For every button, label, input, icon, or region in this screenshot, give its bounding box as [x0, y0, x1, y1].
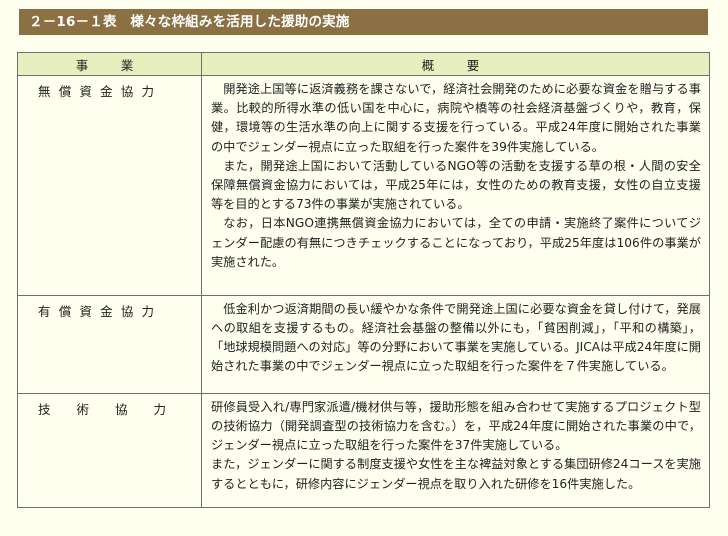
category-cell: 有償資金協力 — [17, 294, 202, 394]
header-summary: 概 要 — [201, 52, 710, 76]
description-cell: 低金利かつ返済期間の長い緩やかな条件で開発途上国に必要な資金を貸し付けて，発展へ… — [201, 294, 710, 394]
description-paragraph: 開発途上国等に返済義務を課さないで，経済社会開発のために必要な資金を贈与する事業… — [211, 82, 701, 154]
table-container: 事 業 概 要 無償資金協力 開発途上国等に返済義務を課さないで，経済社会開発の… — [17, 52, 710, 509]
category-label: 無償資金協力 — [38, 84, 163, 99]
table-title: ２－16－１表 様々な枠組みを活用した援助の実施 — [19, 9, 708, 35]
header-row: 事 業 概 要 — [17, 52, 710, 76]
description-paragraph: また，開発途上国において活動しているNGO等の活動を支援する草の根・人間の安全保… — [211, 158, 701, 212]
description-paragraph: 研修員受入れ/専門家派遣/機材供与等，援助形態を組み合わせて実施するプロジェクト… — [211, 399, 701, 453]
category-cell: 技術協力 — [17, 392, 202, 509]
description-paragraph: 低金利かつ返済期間の長い緩やかな条件で開発途上国に必要な資金を貸し付けて，発展へ… — [211, 301, 701, 374]
description-cell: 研修員受入れ/専門家派遣/機材供与等，援助形態を組み合わせて実施するプロジェクト… — [201, 392, 710, 509]
header-project: 事 業 — [17, 52, 202, 76]
description-paragraph: なお，日本NGO連携無償資金協力においては，全ての申請・実施終了案件についてジェ… — [211, 216, 701, 269]
category-cell: 無償資金協力 — [17, 75, 202, 296]
description-cell: 開発途上国等に返済義務を課さないで，経済社会開発のために必要な資金を贈与する事業… — [201, 75, 710, 296]
description-paragraph: また，ジェンダーに関する制度支援や女性を主な裨益対象とする集団研修24コースを実… — [211, 457, 701, 491]
category-label: 有償資金協力 — [38, 303, 163, 319]
category-label: 技術協力 — [38, 401, 193, 417]
table-row: 技術協力 研修員受入れ/専門家派遣/機材供与等，援助形態を組み合わせて実施するプ… — [17, 392, 710, 509]
page: ２－16－１表 様々な枠組みを活用した援助の実施 事 業 概 要 無償資金協力 … — [0, 0, 728, 536]
table-row: 無償資金協力 開発途上国等に返済義務を課さないで，経済社会開発のために必要な資金… — [17, 75, 710, 296]
table-row: 有償資金協力 低金利かつ返済期間の長い緩やかな条件で開発途上国に必要な資金を貸し… — [17, 294, 710, 394]
assistance-table: 事 業 概 要 無償資金協力 開発途上国等に返済義務を課さないで，経済社会開発の… — [17, 52, 710, 509]
